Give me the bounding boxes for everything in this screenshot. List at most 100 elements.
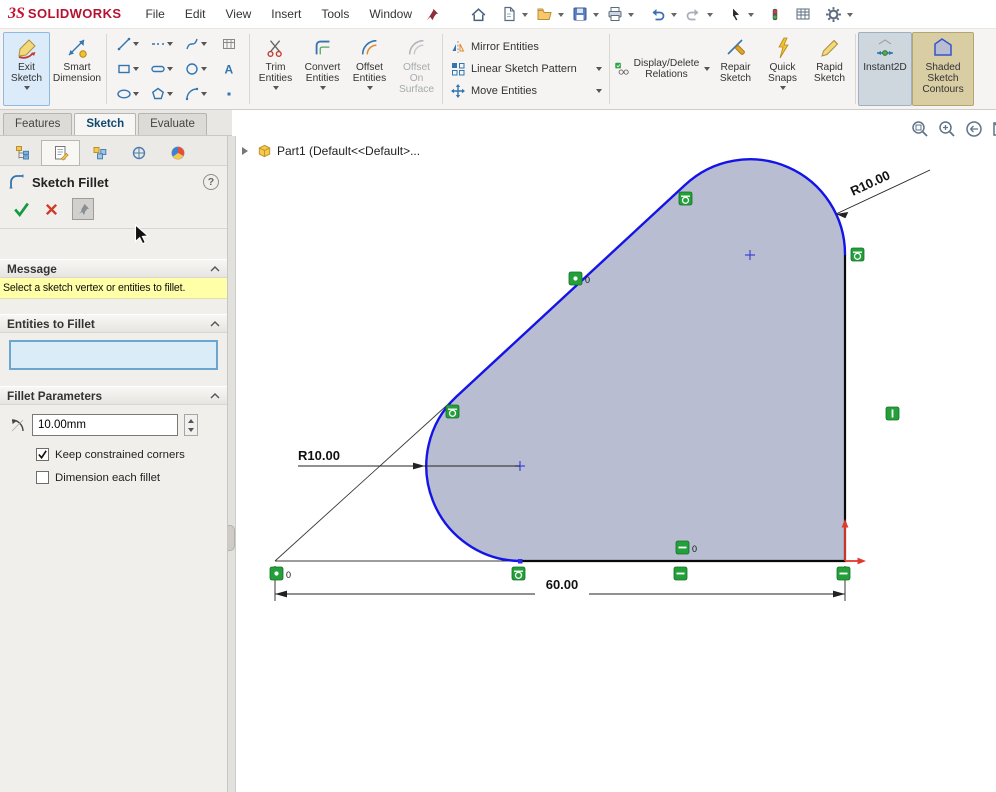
open-button[interactable] (533, 4, 556, 24)
menu-file[interactable]: File (135, 2, 174, 26)
dropdown-caret-icon[interactable] (201, 67, 207, 74)
tab-features[interactable]: Features (3, 113, 72, 135)
dropdown-caret-icon[interactable] (201, 92, 207, 99)
dimension-radius-top[interactable]: R10.00 (836, 167, 930, 218)
menu-insert[interactable]: Insert (261, 2, 311, 26)
relation-tangent-icon[interactable] (679, 192, 692, 205)
dropdown-caret-icon[interactable] (133, 92, 139, 99)
keep-constrained-checkbox[interactable] (36, 448, 49, 461)
mirror-entities-button[interactable]: Mirror Entities (450, 39, 602, 55)
dropdown-caret-icon[interactable] (133, 67, 139, 74)
menu-pin-button[interactable] (426, 8, 439, 21)
polygon-tool-button[interactable] (144, 82, 178, 107)
zoom-to-area-button[interactable] (937, 119, 957, 139)
dropdown-caret-icon[interactable] (167, 67, 173, 74)
undo-button[interactable] (646, 4, 669, 24)
panel-splitter[interactable] (228, 136, 236, 792)
help-button[interactable]: ? (203, 174, 219, 190)
keep-visible-pin-button[interactable] (72, 198, 94, 220)
sketch-point[interactable] (518, 559, 523, 564)
shaded-sketch-contours-button[interactable]: Shaded Sketch Contours (912, 32, 974, 106)
dropdown-caret-icon[interactable] (201, 42, 207, 49)
options-button[interactable] (822, 4, 845, 25)
home-button[interactable] (467, 4, 490, 25)
dropdown-caret-icon[interactable] (628, 13, 634, 20)
dropdown-caret-icon[interactable] (167, 92, 173, 99)
exit-sketch-button[interactable]: Exit Sketch (3, 32, 50, 106)
relation-vertical-icon[interactable] (886, 407, 899, 420)
dropdown-caret-icon[interactable] (671, 13, 677, 20)
entities-group-header[interactable]: Entities to Fillet (0, 314, 227, 333)
dimension-radius-top-text[interactable]: R10.00 (848, 167, 892, 198)
quick-snaps-button[interactable]: Quick Snaps (759, 32, 806, 106)
dropdown-caret-icon[interactable] (320, 86, 326, 93)
tab-featuremanager-tree[interactable] (2, 140, 41, 166)
collapse-chevron-icon[interactable] (210, 392, 220, 399)
cancel-button[interactable] (44, 202, 59, 217)
smart-dimension-button[interactable]: Smart Dimension (50, 32, 104, 106)
tab-dimxpertmanager[interactable] (119, 140, 158, 166)
tab-evaluate[interactable]: Evaluate (138, 113, 207, 135)
relation-tangent-icon[interactable] (512, 567, 525, 580)
relation-horizontal-icon[interactable] (674, 567, 687, 580)
radius-spinner-down[interactable] (185, 425, 197, 435)
dropdown-caret-icon[interactable] (273, 86, 279, 93)
collapse-chevron-icon[interactable] (210, 320, 220, 327)
dropdown-caret-icon[interactable] (748, 13, 754, 20)
text-tool-button[interactable]: A (212, 57, 246, 82)
tab-sketch[interactable]: Sketch (74, 113, 136, 135)
tab-configurationmanager[interactable] (80, 140, 119, 166)
dropdown-caret-icon[interactable] (780, 86, 786, 93)
dimension-each-checkbox[interactable] (36, 471, 49, 484)
fillet-parameters-group-header[interactable]: Fillet Parameters (0, 386, 227, 405)
dropdown-caret-icon[interactable] (707, 13, 713, 20)
splitter-handle[interactable] (228, 525, 235, 551)
menu-tools[interactable]: Tools (311, 2, 359, 26)
dropdown-caret-icon[interactable] (593, 13, 599, 20)
display-delete-relations-button[interactable]: Display/Delete Relations (612, 32, 712, 106)
line-tool-button[interactable] (110, 32, 144, 57)
circle-tool-button[interactable] (178, 57, 212, 82)
dropdown-caret-icon[interactable] (522, 13, 528, 20)
graphics-viewport[interactable]: Part1 (Default<<Default>... (236, 110, 996, 792)
spline-tool-button[interactable] (178, 32, 212, 57)
menu-window[interactable]: Window (359, 2, 422, 26)
dropdown-caret-icon[interactable] (704, 67, 710, 74)
dropdown-caret-icon[interactable] (596, 89, 602, 96)
sketch-origin-icon[interactable] (842, 519, 866, 564)
collapse-chevron-icon[interactable] (210, 265, 220, 272)
dropdown-caret-icon[interactable] (847, 13, 853, 20)
dimension-width[interactable]: 60.00 (275, 566, 845, 601)
relation-tangent-icon[interactable] (446, 405, 459, 418)
save-button[interactable] (569, 4, 591, 24)
point-tool-button[interactable] (212, 82, 246, 107)
print-button[interactable] (604, 4, 626, 24)
select-button[interactable] (725, 4, 746, 24)
ellipse-tool-button[interactable] (110, 82, 144, 107)
centerline-tool-button[interactable] (144, 32, 178, 57)
sketch-canvas[interactable]: 60.00 R10.00 R10.00 (236, 110, 996, 792)
breadcrumb-expand-icon[interactable] (242, 147, 252, 155)
slot-tool-button[interactable] (144, 57, 178, 82)
redo-button[interactable] (682, 4, 705, 24)
message-group-header[interactable]: Message (0, 259, 227, 278)
relation-coincident-icon[interactable] (270, 567, 283, 580)
move-entities-button[interactable]: Move Entities (450, 83, 602, 99)
relation-coincident-icon[interactable] (569, 272, 582, 285)
dimension-width-text[interactable]: 60.00 (546, 577, 579, 592)
previous-view-button[interactable] (964, 119, 984, 139)
offset-entities-button[interactable]: Offset Entities (346, 32, 393, 106)
dropdown-caret-icon[interactable] (367, 86, 373, 93)
dropdown-caret-icon[interactable] (558, 13, 564, 20)
dropdown-caret-icon[interactable] (24, 86, 30, 93)
file-properties-button[interactable] (792, 4, 814, 24)
rebuild-button[interactable] (766, 4, 784, 25)
menu-edit[interactable]: Edit (175, 2, 216, 26)
linear-sketch-pattern-button[interactable]: Linear Sketch Pattern (450, 61, 602, 77)
relation-tangent-icon[interactable] (851, 248, 864, 261)
tab-displaymanager[interactable] (158, 140, 197, 166)
shaded-sketch-contour[interactable] (426, 159, 845, 561)
new-document-button[interactable] (498, 4, 520, 24)
ok-button[interactable] (12, 200, 31, 218)
radius-spinner-up[interactable] (185, 415, 197, 425)
